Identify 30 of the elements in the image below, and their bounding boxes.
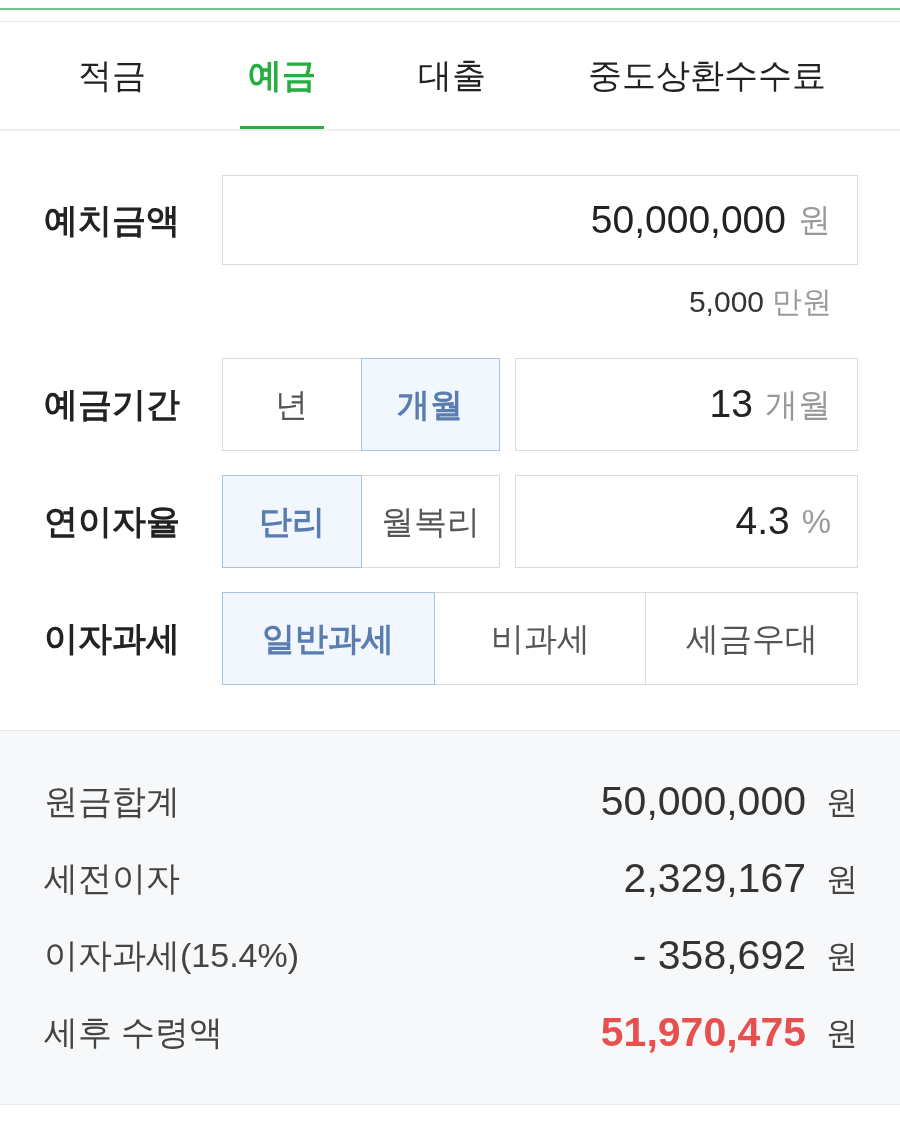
segment-button[interactable]: 세금우대	[645, 592, 858, 685]
currency-unit: 원	[826, 859, 858, 899]
segment-button[interactable]: 일반과세	[222, 592, 435, 685]
result-value: - 358,692	[632, 930, 806, 980]
currency-unit: 원	[826, 782, 858, 822]
number-input[interactable]: 13 개월	[515, 358, 858, 451]
field-label: 연이자율	[44, 501, 181, 542]
number-input[interactable]: 4.3 %	[515, 475, 858, 568]
tab[interactable]: 중도상환수수료	[580, 22, 834, 129]
tab[interactable]: 적금	[70, 22, 154, 129]
segment-button[interactable]: 년	[222, 358, 362, 451]
field-label: 예금기간	[44, 384, 181, 425]
tab[interactable]: 대출	[410, 22, 494, 129]
result-label: 세후 수령액	[44, 1012, 225, 1053]
result-value: 50,000,000	[600, 776, 806, 826]
result-label: 이자과세(15.4%)	[44, 935, 301, 976]
currency-unit: 원	[826, 1013, 858, 1053]
result-value: 51,970,475	[600, 1007, 806, 1057]
result-label: 원금합계	[44, 781, 181, 822]
result-label: 세전이자	[44, 858, 181, 899]
number-input[interactable]: 50,000,000 원	[222, 175, 858, 265]
field-label: 이자과세	[44, 618, 181, 659]
result-value: 2,329,167	[623, 853, 806, 903]
field-label: 예치금액	[44, 199, 181, 241]
currency-unit: 원	[826, 936, 858, 976]
segment-button[interactable]: 비과세	[433, 592, 647, 685]
converted-amount-text: 5,000 만원	[688, 284, 832, 320]
segment-button[interactable]: 단리	[222, 475, 362, 568]
segment-button[interactable]: 월복리	[360, 475, 500, 568]
segment-button[interactable]: 개월	[360, 358, 500, 451]
